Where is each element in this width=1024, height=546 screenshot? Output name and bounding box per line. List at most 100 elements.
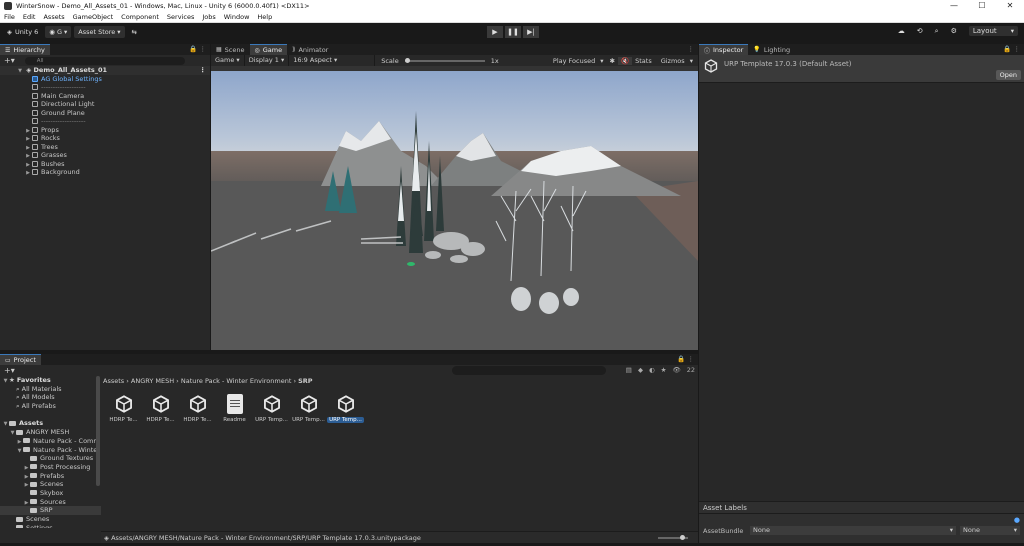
- hierarchy-item[interactable]: Ground Plane: [0, 109, 210, 118]
- tree-item[interactable]: SRP: [0, 506, 101, 515]
- create-asset-button[interactable]: +▾: [0, 366, 19, 375]
- gear-icon[interactable]: ⚙: [951, 27, 957, 35]
- hierarchy-search-input[interactable]: All: [24, 56, 185, 65]
- hierarchy-item[interactable]: ▶ Grasses: [0, 151, 210, 160]
- tab-project[interactable]: ▭ Project: [0, 354, 41, 365]
- hierarchy-item[interactable]: AG Global Settings: [0, 75, 210, 84]
- open-button[interactable]: Open: [995, 70, 1021, 80]
- tree-item[interactable]: ⌕ All Models: [0, 393, 101, 402]
- expand-arrow-icon[interactable]: ▶: [24, 169, 32, 178]
- favorite-star-icon[interactable]: ★: [661, 366, 667, 374]
- tab-game[interactable]: ◎ Game: [249, 44, 288, 55]
- unity-version-button[interactable]: ◈ Unity 6: [3, 26, 42, 38]
- layout-dropdown[interactable]: Layout ▾: [968, 26, 1018, 36]
- menu-jobs[interactable]: Jobs: [198, 13, 219, 21]
- tab-hierarchy[interactable]: ☰ Hierarchy: [0, 44, 50, 55]
- tree-item[interactable]: ▼ ★ Favorites: [0, 376, 101, 385]
- search-by-type-icon[interactable]: ▤: [626, 366, 632, 374]
- asset-item[interactable]: HDRP Te...: [179, 394, 216, 423]
- asset-item[interactable]: Readme: [216, 394, 253, 423]
- hierarchy-item[interactable]: Directional Light: [0, 100, 210, 109]
- expand-arrow-icon[interactable]: ▼: [2, 420, 9, 429]
- tree-item[interactable]: ▼ Nature Pack - Winte: [0, 446, 101, 455]
- hierarchy-item[interactable]: -------------------: [0, 117, 210, 126]
- scene-root-row[interactable]: ▼ ◈ Demo_All_Assets_01 ⋮: [0, 66, 210, 75]
- tree-item[interactable]: ⌕ All Prefabs: [0, 402, 101, 411]
- tree-item[interactable]: ▶ Prefabs: [0, 472, 101, 481]
- tree-item[interactable]: ▼ Assets: [0, 419, 101, 428]
- history-icon[interactable]: ⟲: [917, 27, 923, 35]
- tag-icon[interactable]: ●: [1014, 516, 1020, 524]
- asset-item[interactable]: HDRP Te...: [105, 394, 142, 423]
- hierarchy-item[interactable]: ▶ Rocks: [0, 134, 210, 143]
- account-button[interactable]: ◉ G ▾: [45, 26, 72, 38]
- asset-item[interactable]: HDRP Te...: [142, 394, 179, 423]
- tree-item[interactable]: Ground Textures: [0, 454, 101, 463]
- expand-arrow-icon[interactable]: ▼: [16, 447, 23, 456]
- hierarchy-item[interactable]: ▶ Props: [0, 126, 210, 135]
- version-control-button[interactable]: ⇆: [128, 26, 141, 38]
- tree-item[interactable]: ▶ Scenes: [0, 480, 101, 489]
- menu-edit[interactable]: Edit: [19, 13, 40, 21]
- tab-scene[interactable]: ▦ Scene: [211, 44, 250, 55]
- icon-size-slider[interactable]: [658, 535, 688, 540]
- asset-variant-dropdown[interactable]: None ▾: [960, 526, 1020, 535]
- hierarchy-item[interactable]: ▶ Trees: [0, 143, 210, 152]
- tree-scrollbar[interactable]: [96, 376, 100, 486]
- create-button[interactable]: +▾: [0, 56, 19, 65]
- tree-item[interactable]: Skybox: [0, 489, 101, 498]
- scene-menu-icon[interactable]: ⋮: [200, 66, 207, 75]
- tree-item[interactable]: ▶ Sources: [0, 498, 101, 507]
- panel-menu-icon[interactable]: 🔒 ⋮: [189, 45, 206, 53]
- pause-button[interactable]: ❚❚: [505, 26, 521, 38]
- panel-menu-icon[interactable]: ⋮: [688, 45, 695, 53]
- hierarchy-item[interactable]: -------------------: [0, 83, 210, 92]
- gizmos-dropdown[interactable]: Gizmos ▾: [655, 57, 696, 65]
- visibility-count[interactable]: 👁 22: [672, 366, 695, 374]
- hierarchy-item[interactable]: ▶ Background: [0, 168, 210, 177]
- step-button[interactable]: ▶|: [523, 26, 539, 38]
- panel-menu-icon[interactable]: 🔒 ⋮: [1003, 45, 1020, 53]
- tree-item[interactable]: ▶ Nature Pack - Comm: [0, 437, 101, 446]
- menu-component[interactable]: Component: [117, 13, 163, 21]
- bug-icon[interactable]: ✱: [607, 57, 618, 65]
- display-dropdown[interactable]: Display 1 ▾: [245, 55, 290, 66]
- panel-menu-icon[interactable]: 🔒 ⋮: [677, 355, 694, 363]
- filter-icon[interactable]: ◐: [649, 366, 655, 374]
- tab-inspector[interactable]: ⓘ Inspector: [699, 44, 749, 55]
- play-button[interactable]: ▶: [487, 26, 503, 38]
- asset-item[interactable]: URP Temp...: [253, 394, 290, 423]
- menu-assets[interactable]: Assets: [39, 13, 68, 21]
- maximize-button[interactable]: ☐: [968, 0, 996, 12]
- tree-item[interactable]: Settings: [0, 524, 101, 528]
- tab-lighting[interactable]: 💡 Lighting: [748, 44, 795, 55]
- tree-item[interactable]: ▼ ANGRY MESH: [0, 428, 101, 437]
- menu-services[interactable]: Services: [163, 13, 198, 21]
- stats-toggle[interactable]: Stats: [632, 57, 655, 65]
- tree-item[interactable]: ▶ Post Processing: [0, 463, 101, 472]
- project-search-input[interactable]: [452, 366, 606, 375]
- search-icon[interactable]: ⌕: [935, 27, 939, 36]
- tab-animator[interactable]: ⟫ Animator: [287, 44, 333, 55]
- expand-arrow-icon[interactable]: ▼: [9, 429, 16, 438]
- tree-item[interactable]: ⌕ All Materials: [0, 385, 101, 394]
- close-button[interactable]: ✕: [996, 0, 1024, 12]
- play-focused-dropdown[interactable]: Play Focused ▾: [547, 57, 607, 65]
- tree-item[interactable]: Scenes: [0, 515, 101, 524]
- aspect-dropdown[interactable]: 16:9 Aspect ▾: [289, 55, 376, 66]
- breadcrumb-item[interactable]: Assets: [103, 377, 124, 385]
- menu-window[interactable]: Window: [220, 13, 254, 21]
- cloud-icon[interactable]: ☁: [898, 27, 905, 35]
- mute-audio-icon[interactable]: 🔇: [618, 56, 633, 65]
- breadcrumb-item[interactable]: SRP: [298, 377, 312, 385]
- game-mode-dropdown[interactable]: Game ▾: [211, 55, 245, 66]
- asset-item[interactable]: URP Temp...: [327, 394, 364, 423]
- asset-bundle-dropdown[interactable]: None ▾: [750, 526, 956, 535]
- asset-item[interactable]: URP Temp...: [290, 394, 327, 423]
- search-by-label-icon[interactable]: ◆: [638, 366, 643, 374]
- hierarchy-item[interactable]: Main Camera: [0, 92, 210, 101]
- breadcrumb-item[interactable]: Nature Pack - Winter Environment: [181, 377, 292, 385]
- expand-arrow-icon[interactable]: ▼: [2, 377, 9, 386]
- menu-gameobject[interactable]: GameObject: [69, 13, 118, 21]
- menu-help[interactable]: Help: [253, 13, 276, 21]
